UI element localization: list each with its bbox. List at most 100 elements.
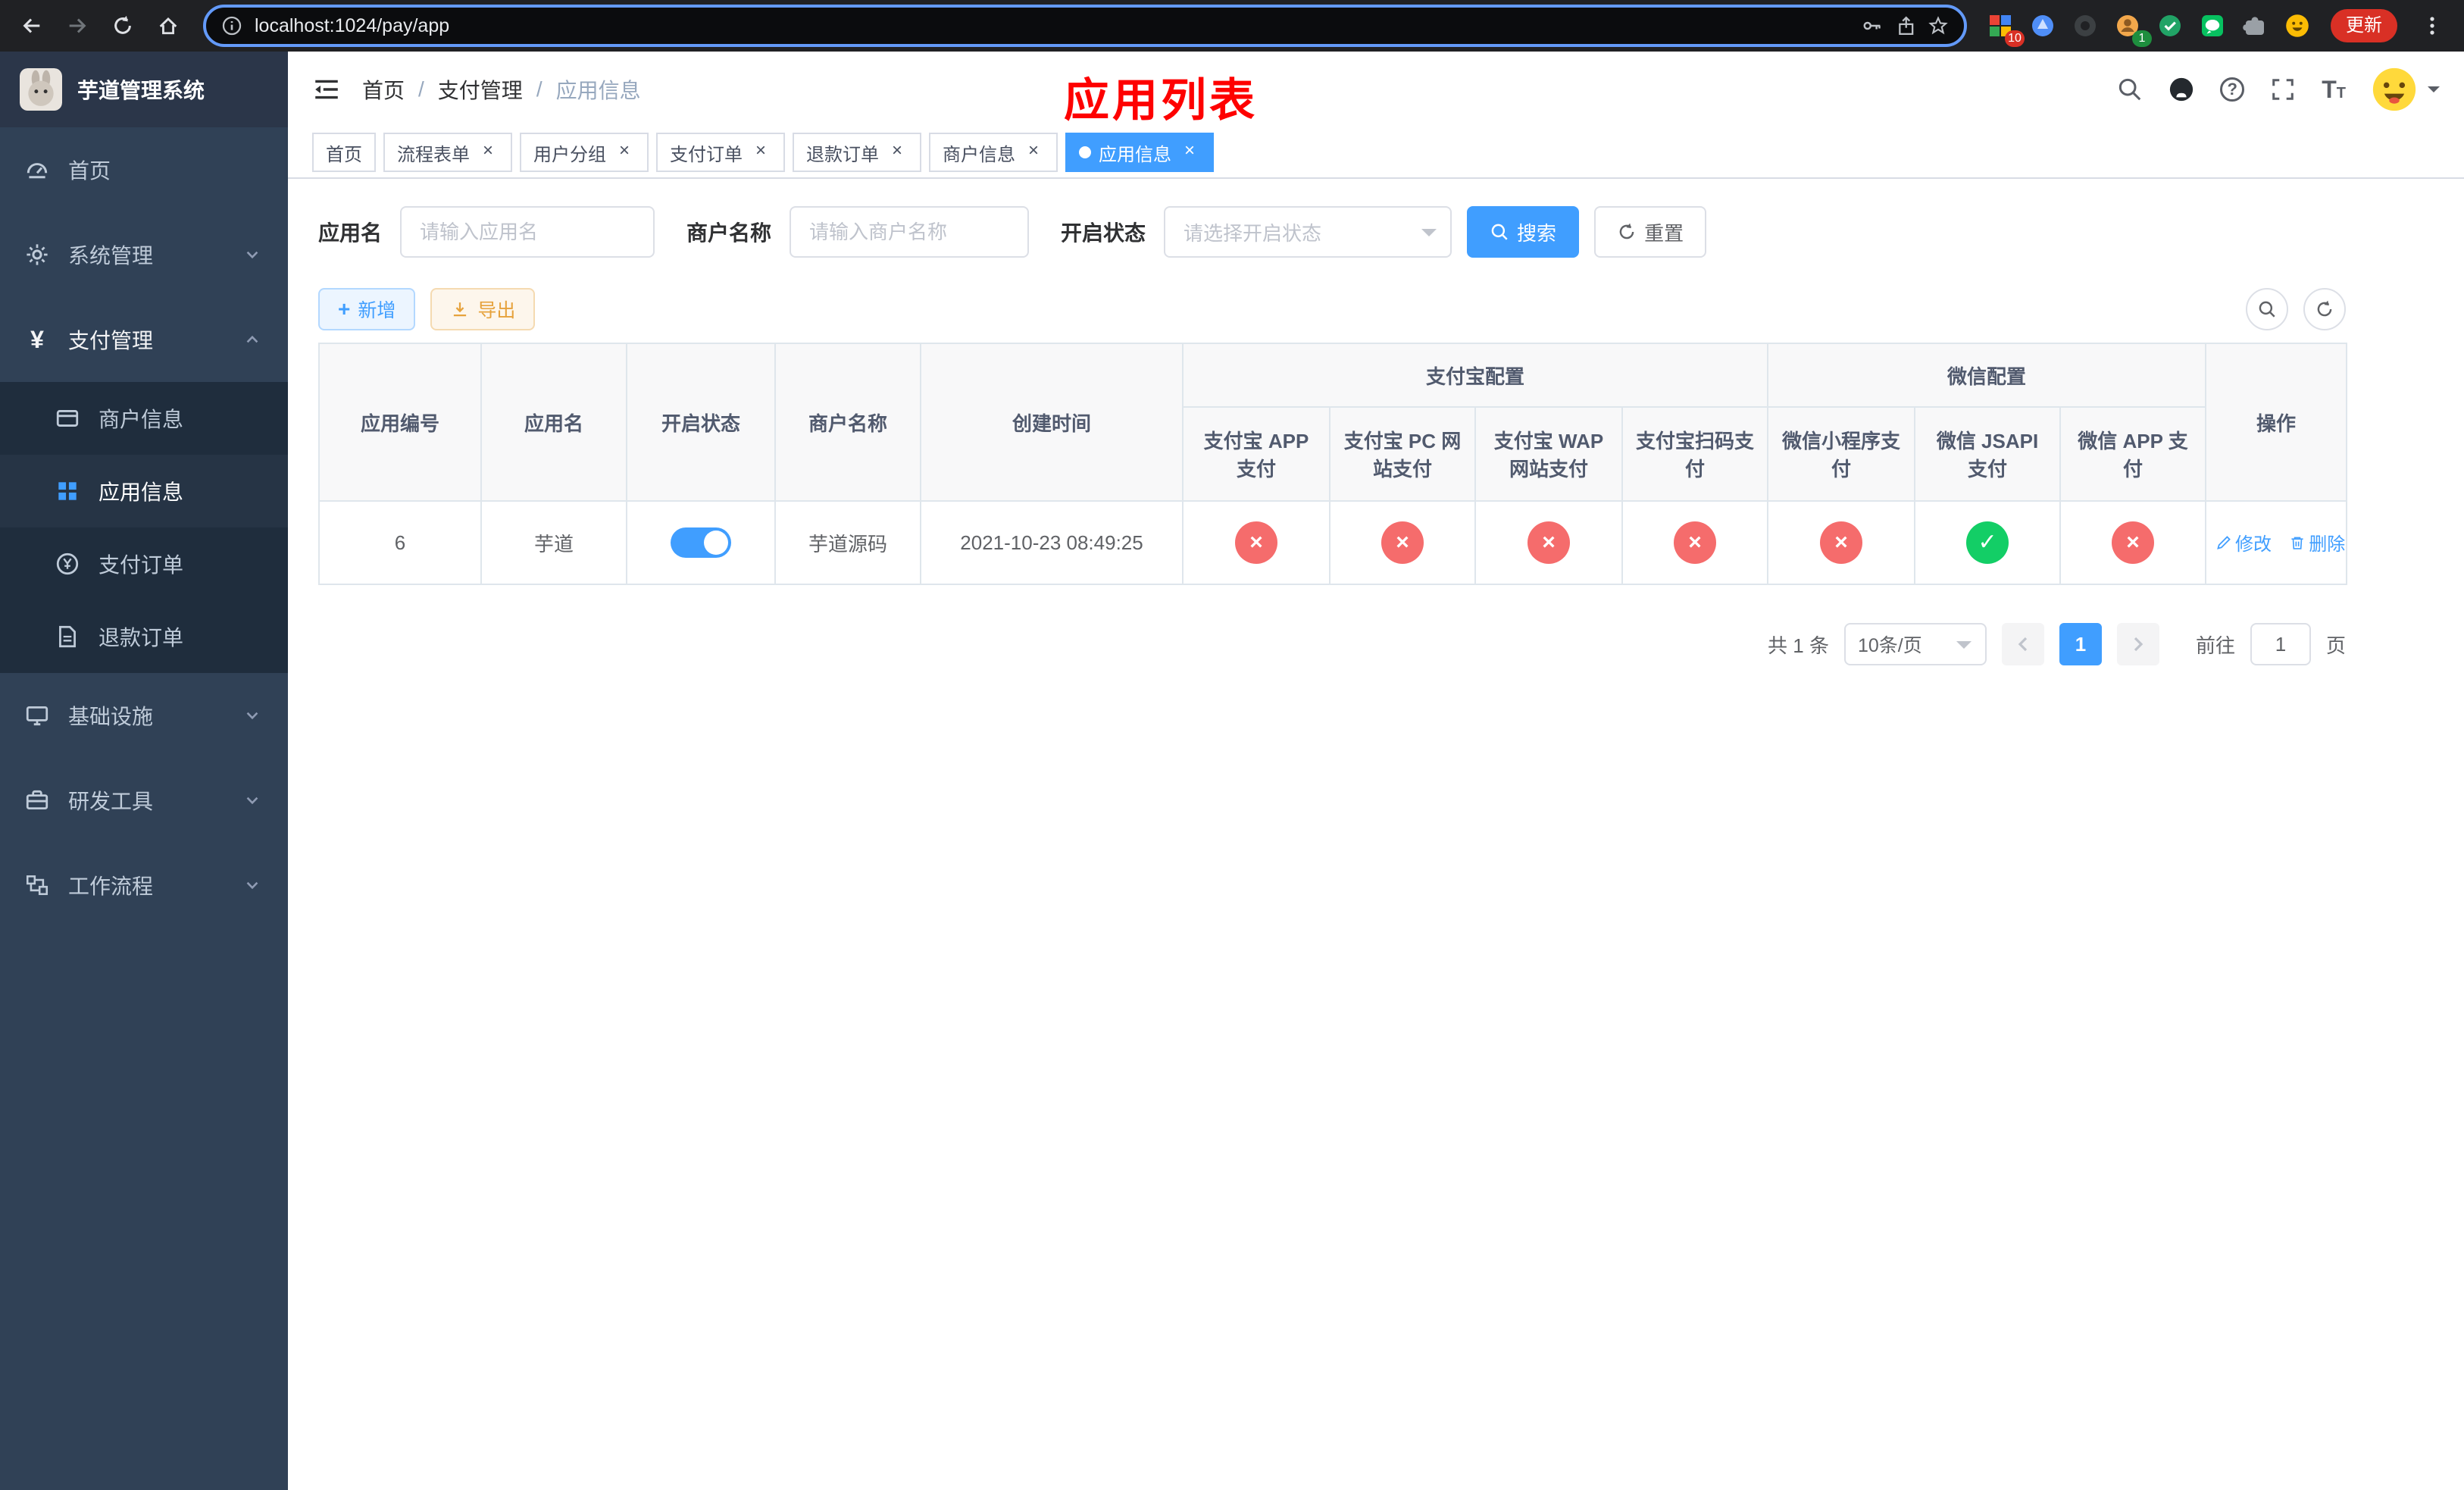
page-size-select[interactable]: 10条/页 xyxy=(1843,623,1987,665)
github-icon[interactable] xyxy=(2169,77,2194,102)
tab-app-info[interactable]: 应用信息 × xyxy=(1065,133,1214,172)
tab-pay-order[interactable]: 支付订单 × xyxy=(656,133,785,172)
page-size-value: 10条/页 xyxy=(1857,635,1922,656)
app-name-input[interactable] xyxy=(400,206,655,258)
share-icon[interactable] xyxy=(1894,15,1915,36)
add-button[interactable]: + 新增 xyxy=(318,288,416,330)
breadcrumb-payment[interactable]: 支付管理 xyxy=(438,74,523,105)
tab-user-group[interactable]: 用户分组 × xyxy=(520,133,649,172)
profile-emoji-icon[interactable] xyxy=(2279,8,2315,44)
main-area: 首页 / 支付管理 / 应用信息 应用列表 ? TT 首页 流程表单 × 用户分… xyxy=(288,52,2464,1490)
font-size-icon[interactable]: TT xyxy=(2322,77,2346,102)
delete-link[interactable]: 删除 xyxy=(2289,529,2345,556)
screen: localhost:1024/pay/app 10 1 更新 芋道管理系统 首页… xyxy=(0,0,2464,1490)
browser-chrome: localhost:1024/pay/app 10 1 更新 xyxy=(0,0,2464,52)
browser-home-button[interactable] xyxy=(149,6,188,45)
close-icon[interactable]: × xyxy=(477,142,499,163)
browser-update-button[interactable]: 更新 xyxy=(2331,9,2397,42)
refresh-table-button[interactable] xyxy=(2303,288,2346,330)
status-toggle[interactable] xyxy=(671,527,731,558)
pencil-icon xyxy=(2217,535,2231,549)
status-circle: × xyxy=(1674,521,1716,564)
breadcrumb-home[interactable]: 首页 xyxy=(362,74,405,105)
sidebar-item-label: 首页 xyxy=(68,159,111,183)
tab-refund-order[interactable]: 退款订单 × xyxy=(793,133,921,172)
refresh-icon xyxy=(1619,223,1634,239)
sidebar-item-label: 系统管理 xyxy=(68,244,154,268)
extension-avatar-icon[interactable]: 1 xyxy=(2109,8,2152,47)
sidebar-item-app-info[interactable]: 应用信息 xyxy=(0,455,288,527)
tab-home[interactable]: 首页 xyxy=(312,133,376,172)
extension-grid-icon[interactable]: 10 xyxy=(1982,8,2025,47)
browser-menu-button[interactable] xyxy=(2412,6,2452,45)
sidebar-item-devtools[interactable]: 研发工具 xyxy=(0,758,288,843)
password-key-icon[interactable] xyxy=(1861,15,1882,36)
cell-merchant: 芋道源码 xyxy=(774,500,921,585)
link-label: 修改 xyxy=(2235,534,2272,556)
status-select[interactable]: 请选择开启状态 xyxy=(1164,206,1452,258)
tab-process-form[interactable]: 流程表单 × xyxy=(383,133,512,172)
chevron-down-icon xyxy=(2428,86,2440,99)
user-avatar-menu[interactable] xyxy=(2372,67,2440,112)
edit-link[interactable]: 修改 xyxy=(2215,529,2272,556)
chevron-down-icon xyxy=(1956,641,1972,656)
close-icon[interactable]: × xyxy=(750,142,771,163)
toggle-search-button[interactable] xyxy=(2246,288,2288,330)
export-button[interactable]: 导出 xyxy=(430,288,536,330)
button-label: 新增 xyxy=(358,300,396,321)
search-icon xyxy=(2259,301,2275,318)
help-icon[interactable]: ? xyxy=(2220,77,2245,102)
card-icon xyxy=(56,410,79,427)
payment-submenu: 商户信息 应用信息 支付订单 退款订单 xyxy=(0,382,288,673)
tab-merchant-info[interactable]: 商户信息 × xyxy=(929,133,1058,172)
search-icon[interactable] xyxy=(2117,77,2143,102)
sidebar-toggle-icon[interactable] xyxy=(312,75,341,104)
site-info-icon[interactable] xyxy=(221,15,242,36)
dashboard-icon xyxy=(27,163,48,179)
col-header-status: 开启状态 xyxy=(626,343,776,502)
merchant-name-input[interactable] xyxy=(790,206,1030,258)
button-label: 导出 xyxy=(477,300,516,321)
close-icon[interactable]: × xyxy=(1023,142,1044,163)
browser-back-button[interactable] xyxy=(12,6,52,45)
extension-blue-icon[interactable] xyxy=(2025,8,2061,44)
extension-dark-icon[interactable] xyxy=(2067,8,2103,44)
sidebar-item-merchant-info[interactable]: 商户信息 xyxy=(0,382,288,455)
extensions-puzzle-icon[interactable] xyxy=(2237,8,2273,44)
sidebar-item-system[interactable]: 系统管理 xyxy=(0,212,288,297)
next-page-button[interactable] xyxy=(2116,623,2159,665)
pagination: 共 1 条 10条/页 1 前往 页 xyxy=(318,623,2346,665)
sidebar-item-infra[interactable]: 基础设施 xyxy=(0,673,288,758)
bookmark-star-icon[interactable] xyxy=(1928,15,1949,36)
refresh-icon xyxy=(2317,300,2332,317)
chevron-down-icon xyxy=(246,251,258,259)
close-icon[interactable]: × xyxy=(1179,142,1200,163)
navbar-actions: ? TT xyxy=(2117,67,2440,112)
sidebar-item-home[interactable]: 首页 xyxy=(0,127,288,212)
browser-forward-button[interactable] xyxy=(58,6,97,45)
cell-name: 芋道 xyxy=(480,500,627,585)
sidebar-item-workflow[interactable]: 工作流程 xyxy=(0,843,288,928)
breadcrumb-current: 应用信息 xyxy=(555,79,641,102)
extension-wechat-icon[interactable] xyxy=(2194,8,2231,44)
prev-page-button[interactable] xyxy=(2001,623,2044,665)
top-navbar: 首页 / 支付管理 / 应用信息 应用列表 ? TT xyxy=(288,52,2464,127)
extension-green-check-icon[interactable] xyxy=(2152,8,2188,44)
goto-page-input[interactable] xyxy=(2250,623,2311,665)
sidebar-item-label: 工作流程 xyxy=(68,875,154,898)
reset-button[interactable]: 重置 xyxy=(1594,206,1707,258)
sidebar-item-payment[interactable]: ¥ 支付管理 xyxy=(0,297,288,382)
close-icon[interactable]: × xyxy=(886,142,908,163)
search-button[interactable]: 搜索 xyxy=(1467,206,1580,258)
fullscreen-icon[interactable] xyxy=(2270,77,2296,102)
browser-reload-button[interactable] xyxy=(103,6,142,45)
address-bar[interactable]: localhost:1024/pay/app xyxy=(203,5,1967,47)
sidebar-item-refund-order[interactable]: 退款订单 xyxy=(0,600,288,673)
sidebar-logo[interactable]: 芋道管理系统 xyxy=(0,52,288,127)
page-number-1[interactable]: 1 xyxy=(2059,623,2102,665)
sidebar-item-pay-order[interactable]: 支付订单 xyxy=(0,527,288,600)
close-icon[interactable]: × xyxy=(614,142,635,163)
trash-icon xyxy=(2291,537,2303,549)
sidebar: 芋道管理系统 首页 系统管理 ¥ 支付管理 商户信息 应用信息 支付订单 退款订… xyxy=(0,52,288,1490)
url-text: localhost:1024/pay/app xyxy=(255,14,450,36)
